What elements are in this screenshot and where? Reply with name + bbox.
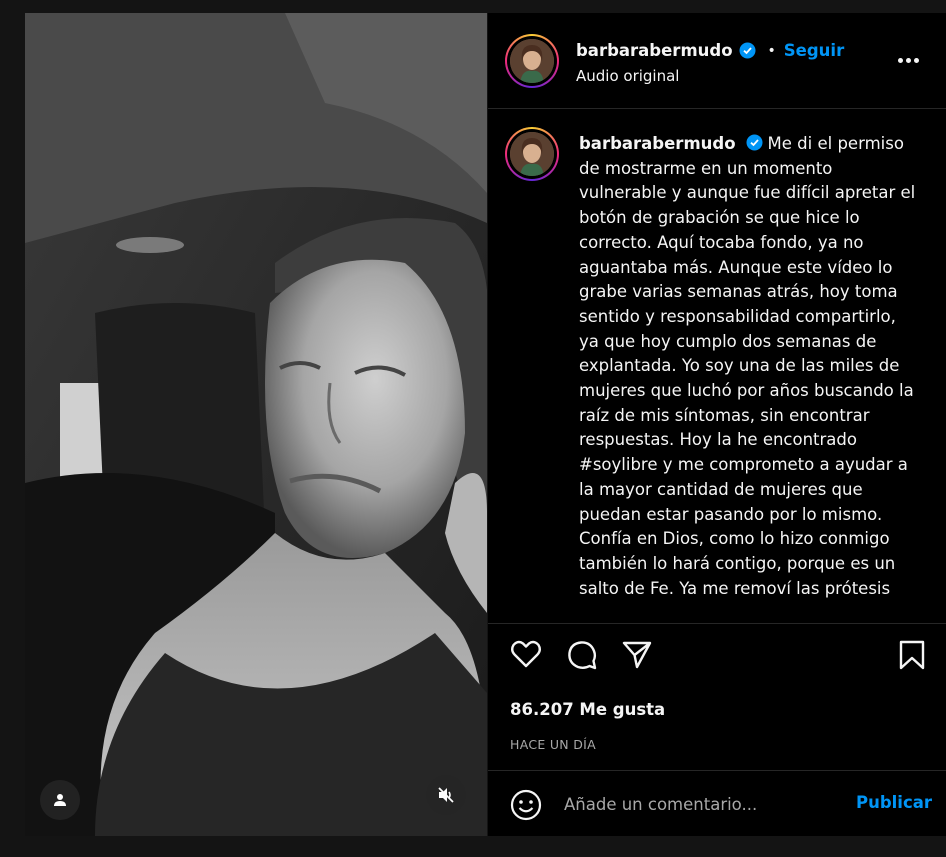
author-avatar[interactable]	[505, 34, 559, 88]
emoji-smile-icon[interactable]	[510, 789, 542, 821]
comment-composer: Publicar	[488, 770, 946, 836]
mute-toggle-button[interactable]	[426, 775, 466, 815]
like-count[interactable]: 86.207 Me gusta	[510, 700, 665, 719]
caption-section: barbarabermudo Me di el permiso de mostra…	[488, 110, 946, 623]
separator-dot: •	[767, 42, 776, 59]
post-details-panel: barbarabermudo • Seguir Audio original b…	[488, 13, 946, 836]
paper-plane-icon[interactable]	[621, 639, 653, 671]
tagged-users-button[interactable]	[40, 780, 80, 820]
caption-author-avatar[interactable]	[505, 127, 559, 181]
post-caption: barbarabermudo Me di el permiso de mostra…	[579, 132, 919, 601]
audio-link[interactable]: Audio original	[576, 67, 679, 85]
follow-button[interactable]: Seguir	[784, 41, 844, 60]
caption-body: Me di el permiso de mostrarme en un mome…	[579, 134, 916, 598]
avatar-photo	[510, 39, 554, 83]
author-username[interactable]: barbarabermudo	[576, 41, 733, 60]
heart-icon[interactable]	[510, 639, 542, 669]
post-timestamp[interactable]: HACE UN DÍA	[510, 737, 596, 752]
comment-input[interactable]	[564, 791, 834, 817]
post-media-video[interactable]	[25, 13, 487, 836]
more-options-icon[interactable]	[898, 58, 919, 63]
publish-button[interactable]: Publicar	[856, 793, 932, 812]
caption-username[interactable]: barbarabermudo	[579, 134, 736, 153]
avatar-photo	[510, 132, 554, 176]
verified-badge-icon	[746, 134, 763, 151]
video-frame-image	[25, 13, 487, 836]
verified-badge-icon	[739, 42, 756, 59]
author-line: barbarabermudo • Seguir	[576, 41, 844, 60]
comment-bubble-icon[interactable]	[566, 639, 598, 671]
bookmark-icon[interactable]	[898, 639, 926, 671]
post-header: barbarabermudo • Seguir Audio original	[488, 13, 946, 109]
speaker-muted-icon	[438, 787, 454, 803]
person-icon	[54, 794, 66, 806]
